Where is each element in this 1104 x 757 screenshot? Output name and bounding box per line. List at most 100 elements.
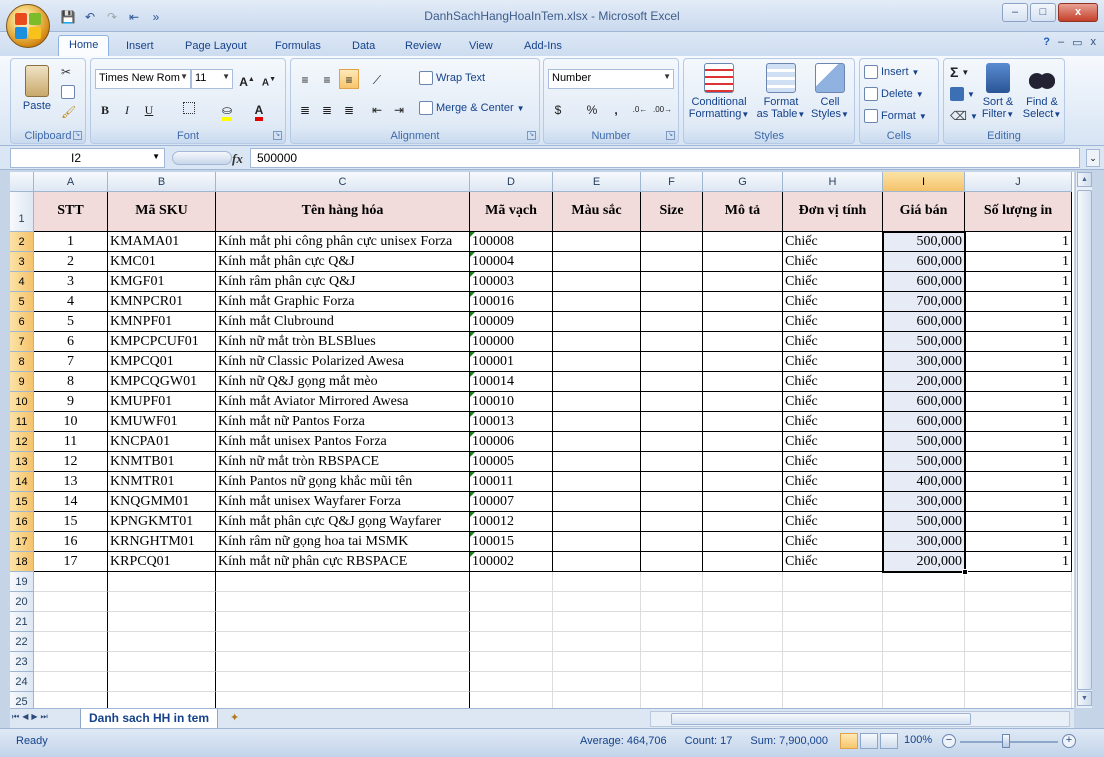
table-cell[interactable] <box>703 472 783 492</box>
clipboard-launcher-icon[interactable]: ↘ <box>73 131 82 140</box>
table-cell[interactable]: KMPCQGW01 <box>108 372 216 392</box>
empty-cell[interactable] <box>216 652 470 672</box>
table-cell[interactable] <box>703 532 783 552</box>
empty-cell[interactable] <box>703 672 783 692</box>
format-as-table-button[interactable]: Format as Table▼ <box>756 63 806 121</box>
align-top-button[interactable]: ≡ <box>295 69 315 89</box>
table-cell[interactable]: 1 <box>965 512 1072 532</box>
tab-review[interactable]: Review <box>395 37 451 56</box>
empty-cell[interactable] <box>553 612 641 632</box>
empty-cell[interactable] <box>34 632 108 652</box>
empty-cell[interactable] <box>216 692 470 708</box>
row-header-24[interactable]: 24 <box>10 672 34 692</box>
increase-decimal-button[interactable]: .0← <box>630 99 650 119</box>
tab-data[interactable]: Data <box>342 37 385 56</box>
row-header-20[interactable]: 20 <box>10 592 34 612</box>
table-cell[interactable]: Chiếc <box>783 392 883 412</box>
table-cell[interactable]: KMNPCR01 <box>108 292 216 312</box>
empty-cell[interactable] <box>34 652 108 672</box>
table-cell[interactable] <box>641 432 703 452</box>
table-cell[interactable]: 400,000 <box>883 472 965 492</box>
empty-cell[interactable] <box>783 672 883 692</box>
maximize-button[interactable]: □ <box>1030 3 1056 22</box>
empty-cell[interactable] <box>641 652 703 672</box>
empty-cell[interactable] <box>34 612 108 632</box>
zoom-in-icon[interactable]: + <box>1062 734 1076 748</box>
table-cell[interactable]: 100011 <box>470 472 553 492</box>
row-header-22[interactable]: 22 <box>10 632 34 652</box>
empty-cell[interactable] <box>216 572 470 592</box>
table-cell[interactable]: KMNPF01 <box>108 312 216 332</box>
zoom-slider-thumb[interactable] <box>1002 734 1010 748</box>
table-cell[interactable]: 500,000 <box>883 432 965 452</box>
table-cell[interactable] <box>641 512 703 532</box>
percent-button[interactable]: % <box>582 99 602 119</box>
table-cell[interactable]: KPNGKMT01 <box>108 512 216 532</box>
select-all-corner[interactable] <box>10 172 34 192</box>
empty-cell[interactable] <box>470 632 553 652</box>
table-cell[interactable]: Kính mắt Clubround <box>216 312 470 332</box>
row-header-8[interactable]: 8 <box>10 352 34 372</box>
table-cell[interactable]: KMUWF01 <box>108 412 216 432</box>
table-cell[interactable]: 4 <box>34 292 108 312</box>
table-cell[interactable] <box>553 352 641 372</box>
table-cell[interactable] <box>703 372 783 392</box>
ribbon-restore-icon[interactable]: ▭ <box>1072 36 1082 49</box>
scroll-down-icon[interactable]: ▼ <box>1077 691 1092 706</box>
table-cell[interactable]: KMUPF01 <box>108 392 216 412</box>
table-cell[interactable]: 700,000 <box>883 292 965 312</box>
table-cell[interactable]: Chiếc <box>783 272 883 292</box>
wrap-text-button[interactable]: Wrap Text <box>419 69 485 87</box>
font-name-select[interactable]: Times New Rom ▼ <box>95 69 191 89</box>
table-cell[interactable] <box>553 292 641 312</box>
empty-cell[interactable] <box>965 672 1072 692</box>
empty-cell[interactable] <box>883 612 965 632</box>
table-cell[interactable]: 600,000 <box>883 312 965 332</box>
row-header-12[interactable]: 12 <box>10 432 34 452</box>
header-cell-g[interactable]: Mô tả <box>703 192 783 232</box>
table-cell[interactable]: KNQGMM01 <box>108 492 216 512</box>
empty-cell[interactable] <box>703 652 783 672</box>
table-cell[interactable]: 15 <box>34 512 108 532</box>
orientation-button[interactable]: ⟋ <box>367 69 387 89</box>
column-header-f[interactable]: F <box>641 172 703 192</box>
empty-cell[interactable] <box>703 572 783 592</box>
row-header-18[interactable]: 18 <box>10 552 34 572</box>
table-cell[interactable]: 1 <box>965 432 1072 452</box>
table-cell[interactable]: Chiếc <box>783 532 883 552</box>
empty-cell[interactable] <box>783 692 883 708</box>
table-cell[interactable]: 1 <box>34 232 108 252</box>
table-cell[interactable] <box>553 332 641 352</box>
empty-cell[interactable] <box>883 672 965 692</box>
row-header-5[interactable]: 5 <box>10 292 34 312</box>
cell-styles-button[interactable]: Cell Styles▼ <box>808 63 852 121</box>
table-cell[interactable]: Kính mắt nữ Pantos Forza <box>216 412 470 432</box>
shrink-font-button[interactable]: A▼ <box>259 69 279 89</box>
table-cell[interactable] <box>703 272 783 292</box>
row-header-3[interactable]: 3 <box>10 252 34 272</box>
formula-input[interactable]: 500000 <box>250 148 1080 168</box>
empty-cell[interactable] <box>703 612 783 632</box>
empty-cell[interactable] <box>553 592 641 612</box>
row-header-10[interactable]: 10 <box>10 392 34 412</box>
paste-button[interactable]: Paste <box>17 65 57 112</box>
row-header-6[interactable]: 6 <box>10 312 34 332</box>
row-header-2[interactable]: 2 <box>10 232 34 252</box>
align-right-button[interactable]: ≣ <box>339 99 359 119</box>
header-cell-a[interactable]: STT <box>34 192 108 232</box>
table-cell[interactable]: 1 <box>965 412 1072 432</box>
horizontal-scrollbar[interactable] <box>650 711 1070 727</box>
tab-formulas[interactable]: Formulas <box>265 37 331 56</box>
table-cell[interactable]: 100007 <box>470 492 553 512</box>
table-cell[interactable] <box>703 412 783 432</box>
table-cell[interactable]: Chiếc <box>783 432 883 452</box>
table-cell[interactable] <box>703 232 783 252</box>
empty-cell[interactable] <box>965 572 1072 592</box>
table-cell[interactable]: 100006 <box>470 432 553 452</box>
empty-cell[interactable] <box>553 632 641 652</box>
table-cell[interactable]: Kính râm phân cực Q&J <box>216 272 470 292</box>
table-cell[interactable] <box>641 352 703 372</box>
table-cell[interactable]: Chiếc <box>783 292 883 312</box>
table-cell[interactable] <box>641 272 703 292</box>
table-cell[interactable]: Chiếc <box>783 492 883 512</box>
